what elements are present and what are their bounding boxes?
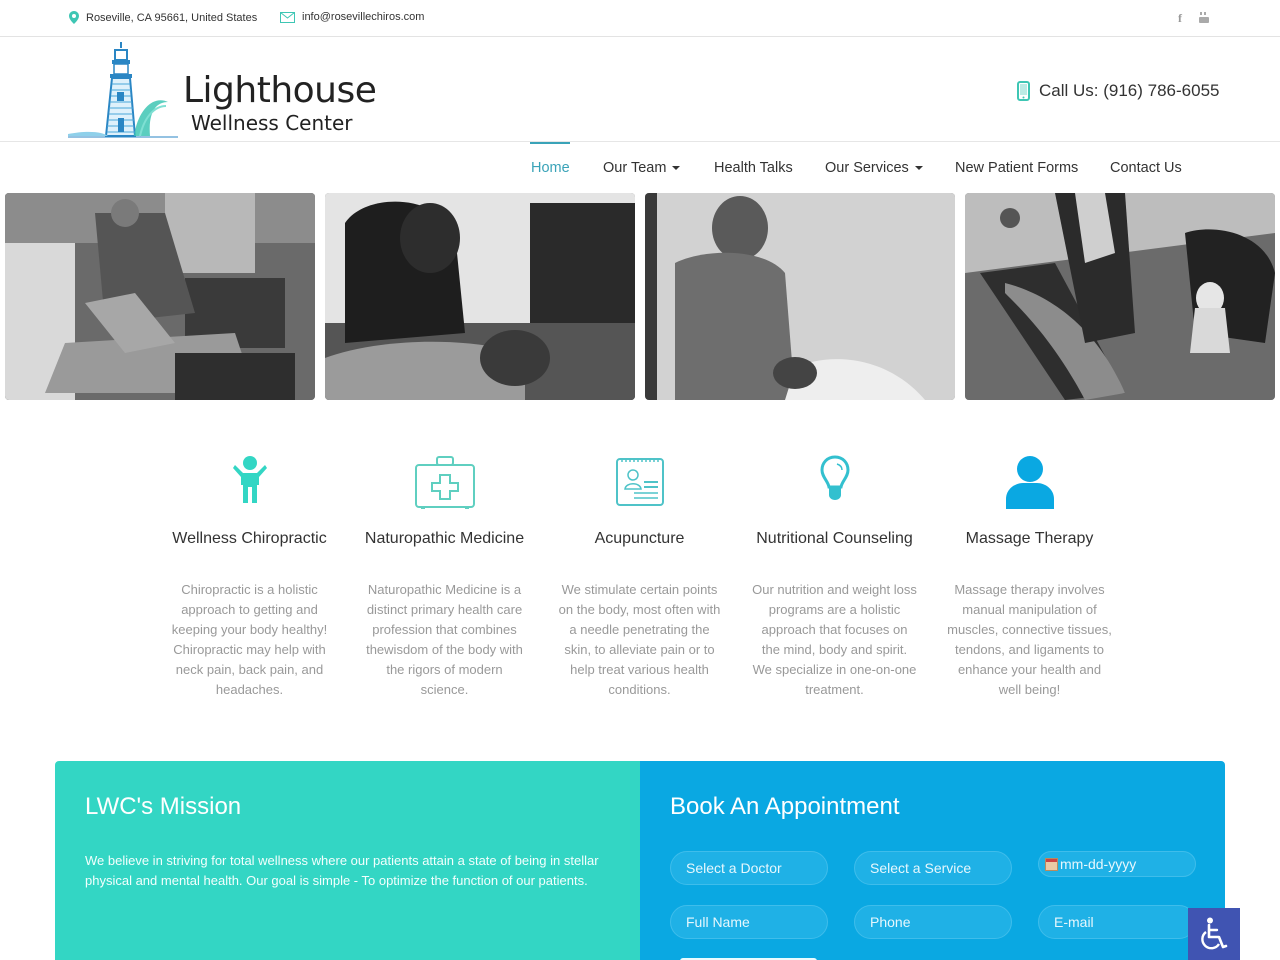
mission-panel: LWC's Mission We believe in striving for… (55, 761, 640, 960)
caret-down-icon (672, 166, 681, 171)
gallery-photo[interactable] (5, 193, 315, 400)
email-link[interactable]: info@rosevillechiros.com (302, 11, 424, 23)
address-info: Roseville, CA 95661, United States (69, 11, 257, 24)
service-description: We stimulate certain points on the body,… (558, 582, 721, 697)
full-name-input[interactable]: Full Name (670, 905, 828, 939)
mission-text: We believe in striving for total wellnes… (85, 853, 599, 888)
service-select-value: Select a Service (870, 860, 972, 876)
active-nav-indicator (530, 142, 570, 144)
call-us[interactable]: Call Us: (916) 786-6055 (1017, 81, 1219, 101)
logo[interactable]: Lighthouse Wellness Center (68, 40, 377, 140)
nav-item-new-patient-forms[interactable]: New Patient Forms (955, 160, 1078, 176)
envelope-icon (280, 11, 295, 23)
phone-placeholder: Phone (870, 914, 911, 930)
doctor-select[interactable]: Select a Doctor (670, 851, 828, 885)
service-title: Acupuncture (594, 530, 685, 547)
caret-down-icon (914, 166, 923, 171)
service-title: Wellness Chiropractic (172, 530, 327, 547)
service-card: Massage Therapy Massage therapy involves… (942, 455, 1117, 700)
service-card: Nutritional Counseling Our nutrition and… (747, 455, 922, 700)
wheelchair-icon (1201, 917, 1228, 950)
calendar-icon (1045, 857, 1058, 871)
photo-gallery (0, 193, 1280, 400)
service-description: Massage therapy involves manual manipula… (947, 582, 1112, 697)
doctor-select-value: Select a Doctor (686, 860, 782, 876)
mobile-phone-icon (1017, 81, 1030, 101)
gallery-photo[interactable] (325, 193, 635, 400)
service-description: Chiropractic is a holistic approach to g… (171, 582, 328, 697)
map-pin-icon (69, 11, 79, 24)
nav-label: Our Services (825, 160, 909, 176)
booking-panel: Book An Appointment Select a Doctor Sele… (640, 761, 1225, 960)
date-placeholder: mm-dd-yyyy (1060, 856, 1137, 872)
call-us-text[interactable]: Call Us: (916) 786-6055 (1039, 81, 1219, 101)
patient-chart-icon (552, 455, 727, 517)
nav-label: Contact Us (1110, 160, 1182, 176)
person-icon (942, 455, 1117, 517)
email-info[interactable]: info@rosevillechiros.com (280, 11, 424, 23)
main-nav: Home Our Team Health Talks Our Services … (0, 142, 1280, 194)
nav-item-home[interactable]: Home (531, 160, 570, 176)
email-input[interactable]: E-mail (1038, 905, 1196, 939)
service-title: Naturopathic Medicine (364, 530, 525, 547)
service-select[interactable]: Select a Service (854, 851, 1012, 885)
service-title: Massage Therapy (965, 530, 1094, 547)
address-text: Roseville, CA 95661, United States (86, 11, 258, 24)
accessibility-button[interactable] (1188, 908, 1240, 960)
service-title: Nutritional Counseling (756, 530, 913, 547)
lightbulb-icon (747, 455, 922, 517)
full-name-placeholder: Full Name (686, 914, 750, 930)
gallery-photo[interactable] (965, 193, 1275, 400)
nav-item-our-services[interactable]: Our Services (825, 160, 923, 176)
child-icon (162, 455, 337, 517)
medical-kit-icon (357, 455, 532, 517)
service-card: Naturopathic Medicine Naturopathic Medic… (357, 455, 532, 700)
service-description: Our nutrition and weight loss programs a… (752, 582, 917, 697)
phone-input[interactable]: Phone (854, 905, 1012, 939)
nav-label: Health Talks (714, 160, 793, 176)
logo-title: Lighthouse (183, 70, 377, 111)
service-card: Acupuncture We stimulate certain points … (552, 455, 727, 700)
date-input[interactable]: mm-dd-yyyy (1038, 851, 1196, 877)
top-bar: Roseville, CA 95661, United States info@… (0, 0, 1280, 37)
nav-item-health-talks[interactable]: Health Talks (714, 160, 793, 176)
youtube-icon[interactable] (1199, 11, 1209, 26)
mission-title: LWC's Mission (85, 793, 242, 820)
service-description: Naturopathic Medicine is a distinct prim… (366, 582, 523, 697)
service-card: Wellness Chiropractic Chiropractic is a … (162, 455, 337, 700)
gallery-photo[interactable] (645, 193, 955, 400)
logo-subtitle: Wellness Center (191, 111, 353, 135)
site-header: Lighthouse Wellness Center Call Us: (916… (0, 37, 1280, 142)
nav-label: Home (531, 160, 570, 176)
nav-label: Our Team (603, 160, 667, 176)
nav-item-contact-us[interactable]: Contact Us (1110, 160, 1182, 176)
email-placeholder: E-mail (1054, 914, 1094, 930)
booking-title: Book An Appointment (670, 793, 900, 820)
lighthouse-logo-icon (68, 42, 178, 138)
nav-item-our-team[interactable]: Our Team (603, 160, 681, 176)
nav-label: New Patient Forms (955, 160, 1079, 176)
facebook-icon[interactable]: f (1178, 11, 1182, 26)
